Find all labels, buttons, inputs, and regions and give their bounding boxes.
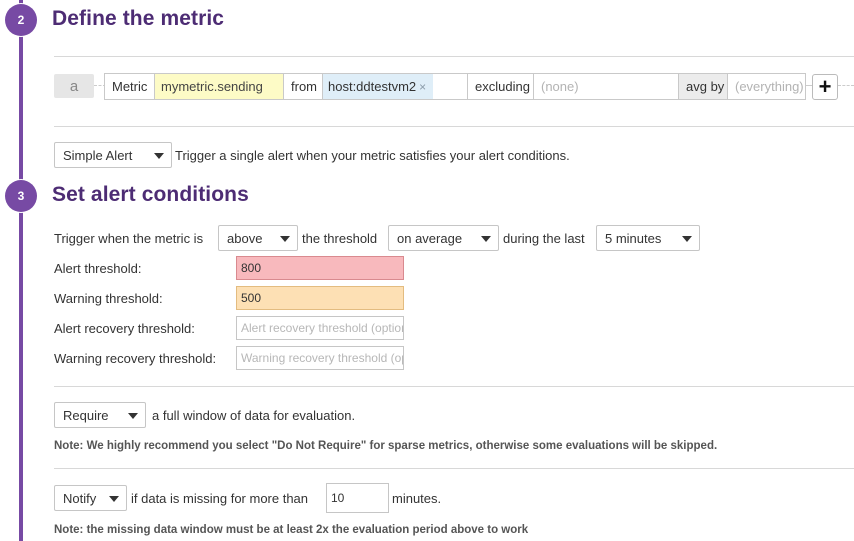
alert-type-value: Simple Alert bbox=[63, 147, 133, 163]
missing-data-text: if data is missing for more than bbox=[131, 491, 309, 506]
window-value: 5 minutes bbox=[605, 230, 662, 246]
divider bbox=[54, 386, 854, 387]
data-window-select[interactable]: Require bbox=[54, 402, 146, 428]
avg-by-input[interactable]: (everything) bbox=[728, 74, 805, 99]
divider bbox=[54, 56, 854, 57]
trigger-prefix: Trigger when the metric is bbox=[54, 231, 204, 246]
excluding-input[interactable]: (none) bbox=[534, 74, 679, 99]
from-tag-label: host:ddtestvm2 bbox=[328, 79, 417, 94]
metric-input[interactable]: mymetric.sending bbox=[155, 74, 284, 99]
data-window-note: Note: We highly recommend you select "Do… bbox=[54, 440, 718, 452]
during-text: during the last bbox=[503, 231, 585, 246]
step-3-badge: 3 bbox=[5, 180, 37, 212]
from-label: from bbox=[284, 74, 323, 99]
comparator-value: above bbox=[227, 230, 263, 246]
missing-data-note: Note: the missing data window must be at… bbox=[54, 524, 529, 536]
from-input[interactable]: host:ddtestvm2 × bbox=[323, 74, 468, 99]
alert-recovery-label: Alert recovery threshold: bbox=[54, 321, 195, 336]
query-letter-badge: a bbox=[54, 74, 94, 98]
excluding-label: excluding bbox=[468, 74, 534, 99]
threshold-text: the threshold bbox=[302, 231, 378, 246]
alert-threshold-input[interactable]: 800 bbox=[236, 256, 404, 280]
warning-recovery-input[interactable]: Warning recovery threshold (optional) bbox=[236, 346, 404, 370]
warning-recovery-label: Warning recovery threshold: bbox=[54, 351, 217, 366]
missing-data-unit: minutes. bbox=[392, 491, 442, 506]
from-tag[interactable]: host:ddtestvm2 × bbox=[323, 74, 433, 99]
query-connector bbox=[838, 85, 854, 86]
chevron-down-icon bbox=[682, 236, 692, 242]
data-window-value: Require bbox=[63, 407, 109, 423]
missing-data-select[interactable]: Notify bbox=[54, 485, 127, 511]
aggregation-value: on average bbox=[397, 230, 463, 246]
metric-label: Metric bbox=[105, 74, 155, 99]
divider bbox=[54, 126, 854, 127]
chevron-down-icon bbox=[109, 496, 119, 502]
remove-tag-icon[interactable]: × bbox=[419, 80, 426, 94]
query-editor: Metric mymetric.sending from host:ddtest… bbox=[104, 73, 806, 100]
warning-threshold-label: Warning threshold: bbox=[54, 291, 163, 306]
window-select[interactable]: 5 minutes bbox=[596, 225, 700, 251]
chevron-down-icon bbox=[280, 236, 290, 242]
add-query-button[interactable]: + bbox=[812, 74, 838, 100]
avg-by-label: avg by bbox=[679, 74, 728, 99]
step-rail bbox=[19, 0, 23, 541]
divider bbox=[54, 468, 854, 469]
warning-threshold-input[interactable]: 500 bbox=[236, 286, 404, 310]
data-window-text: a full window of data for evaluation. bbox=[152, 408, 356, 423]
alert-conditions-title: Set alert conditions bbox=[52, 183, 249, 206]
missing-data-minutes-input[interactable]: 10 bbox=[326, 483, 389, 513]
alert-recovery-input[interactable]: Alert recovery threshold (optional) bbox=[236, 316, 404, 340]
step-2-badge: 2 bbox=[5, 4, 37, 36]
chevron-down-icon bbox=[128, 413, 138, 419]
aggregation-select[interactable]: on average bbox=[388, 225, 499, 251]
alert-threshold-label: Alert threshold: bbox=[54, 261, 142, 276]
define-metric-title: Define the metric bbox=[52, 7, 225, 30]
chevron-down-icon bbox=[154, 153, 164, 159]
alert-type-description: Trigger a single alert when your metric … bbox=[175, 148, 570, 163]
chevron-down-icon bbox=[481, 236, 491, 242]
comparator-select[interactable]: above bbox=[218, 225, 298, 251]
missing-data-value: Notify bbox=[63, 490, 97, 506]
alert-type-select[interactable]: Simple Alert bbox=[54, 142, 172, 168]
